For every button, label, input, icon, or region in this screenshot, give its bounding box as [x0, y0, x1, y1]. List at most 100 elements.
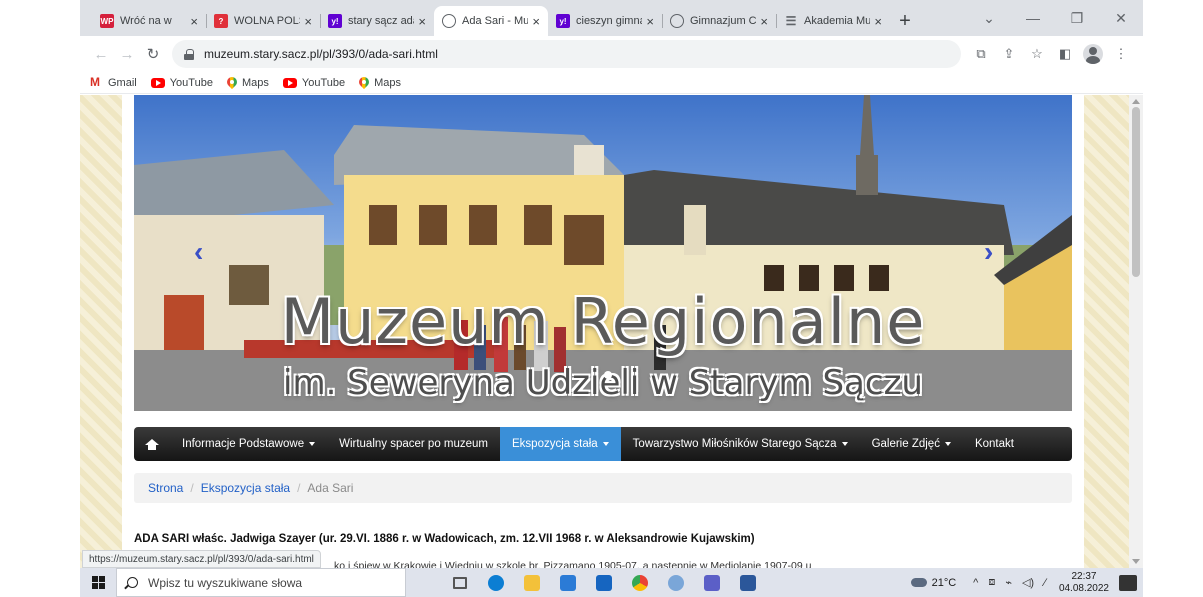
notifications-icon[interactable]	[1119, 574, 1137, 591]
tab-close-icon[interactable]: ×	[418, 14, 426, 29]
scrollbar-thumb[interactable]	[1132, 107, 1140, 277]
wolna-polska-icon: ?	[214, 14, 228, 28]
word-icon[interactable]	[730, 568, 766, 597]
minimize-icon[interactable]: —	[1011, 10, 1055, 26]
windows-taskbar: Wpisz tu wyszukiwane słowa 21°C ^ ⧈ ⌁ ◁)…	[80, 568, 1143, 597]
close-window-icon[interactable]: ✕	[1099, 10, 1143, 27]
browser-tab[interactable]: y! cieszyn gimna ×	[548, 6, 662, 36]
tab-close-icon[interactable]: ×	[532, 14, 540, 29]
tab-strip: WP Wróć na w ×? WOLNA POLSK × y! stary sącz ad…	[80, 0, 1143, 36]
start-button[interactable]	[80, 568, 116, 597]
new-tab-icon[interactable]: +	[890, 6, 920, 36]
task-view-icon[interactable]	[442, 568, 478, 597]
bookmark-item[interactable]: Maps	[359, 77, 401, 89]
carousel-indicator[interactable]	[604, 371, 612, 379]
tab-close-icon[interactable]: ×	[190, 14, 198, 29]
gmail-icon	[90, 75, 103, 89]
breadcrumb-home-link[interactable]: Strona	[148, 481, 183, 495]
restore-icon[interactable]: ❐	[1055, 10, 1099, 27]
taskbar-search[interactable]: Wpisz tu wyszukiwane słowa	[116, 568, 406, 597]
link-status-bubble: https://muzeum.stary.sacz.pl/pl/393/0/ad…	[82, 550, 321, 568]
forward-icon[interactable]: →	[114, 41, 140, 67]
tab-label: Wróć na w	[120, 15, 172, 27]
tab-close-icon[interactable]: ×	[304, 14, 312, 29]
window-controls: ⌄ — ❐ ✕	[967, 0, 1143, 36]
lock-icon[interactable]	[184, 48, 194, 60]
breadcrumb-separator: /	[297, 481, 301, 495]
chrome-icon[interactable]	[622, 568, 658, 597]
browser-tab[interactable]: y! stary sącz ada ×	[320, 6, 434, 36]
tab-close-icon[interactable]: ×	[646, 14, 654, 29]
nav-home-button[interactable]	[134, 427, 170, 461]
browser-tab[interactable]: WP Wróć na w ×	[92, 6, 206, 36]
maps-icon	[359, 77, 369, 89]
onedrive-icon[interactable]: ⧈	[988, 576, 995, 589]
menu-icon: ☰	[785, 14, 797, 28]
scroll-up-icon[interactable]	[1132, 99, 1140, 104]
address-url: muzeum.stary.sacz.pl/pl/393/0/ada-sari.h…	[204, 47, 438, 61]
weather-widget[interactable]: 21°C	[910, 577, 956, 589]
edge-icon[interactable]	[478, 568, 514, 597]
file-explorer-icon[interactable]	[514, 568, 550, 597]
mail-icon[interactable]	[586, 568, 622, 597]
tab-search-icon[interactable]: ⌄	[967, 10, 1011, 27]
taskbar-apps	[442, 568, 766, 597]
more-menu-icon[interactable]: ⋮	[1107, 40, 1135, 68]
teams-icon[interactable]	[694, 568, 730, 597]
page-viewport: Muzeum Regionalne im. Seweryna Udzieli w…	[80, 95, 1143, 568]
bookmark-item[interactable]: YouTube	[282, 77, 345, 89]
carousel-next-icon[interactable]: ›	[984, 237, 1000, 267]
nav-item[interactable]: Informacje Podstawowe	[170, 427, 327, 461]
globe-icon	[442, 14, 456, 28]
article-text-line: ko i śpiew w Krakowie i Wiedniu w szkole…	[334, 560, 812, 568]
nav-item[interactable]: Galerie Zdjęć	[860, 427, 963, 461]
side-panel-icon[interactable]: ◧	[1051, 40, 1079, 68]
pen-icon[interactable]: ∕	[1044, 577, 1046, 589]
maps-icon	[227, 77, 237, 89]
tab-close-icon[interactable]: ×	[760, 14, 768, 29]
volume-icon[interactable]: ◁)	[1022, 576, 1034, 589]
bookmark-star-icon[interactable]: ☆	[1023, 40, 1051, 68]
globe-icon	[670, 14, 684, 28]
bookmark-item[interactable]: YouTube	[150, 77, 213, 89]
back-icon[interactable]: ←	[88, 41, 114, 67]
bookmark-item[interactable]: Maps	[227, 77, 269, 89]
profile-icon[interactable]	[1079, 40, 1107, 68]
youtube-icon	[282, 77, 297, 88]
tab-label: stary sącz ada	[348, 15, 415, 27]
taskbar-search-placeholder: Wpisz tu wyszukiwane słowa	[148, 575, 303, 590]
tab-label: Ada Sari - Muz	[462, 15, 529, 27]
reload-icon[interactable]: ↻	[140, 41, 166, 67]
tray-expand-icon[interactable]: ^	[973, 577, 978, 589]
clock[interactable]: 22:37 04.08.2022	[1059, 571, 1109, 595]
caret-down-icon	[309, 442, 316, 446]
bookmark-item[interactable]: Gmail	[90, 75, 137, 89]
paint-icon[interactable]	[658, 568, 694, 597]
youtube-icon	[150, 77, 165, 88]
browser-tab[interactable]: ☰ Akademia Muz ×	[776, 6, 890, 36]
nav-item-label: Galerie Zdjęć	[871, 438, 940, 450]
browser-tab[interactable]: Ada Sari - Muz ×	[434, 6, 548, 36]
yahoo-icon: y!	[328, 14, 342, 28]
tab-label: Gimnazjum Cie	[690, 15, 757, 27]
nav-item[interactable]: Kontakt	[963, 427, 1026, 461]
scroll-down-icon[interactable]	[1132, 559, 1140, 564]
store-icon[interactable]	[550, 568, 586, 597]
address-bar[interactable]: muzeum.stary.sacz.pl/pl/393/0/ada-sari.h…	[172, 40, 961, 68]
windows-logo-icon	[91, 576, 105, 589]
breadcrumb-section-link[interactable]: Ekspozycja stała	[201, 481, 290, 495]
carousel-prev-icon[interactable]: ‹	[194, 237, 210, 267]
nav-item[interactable]: Towarzystwo Miłośników Starego Sącza	[621, 427, 860, 461]
browser-tab[interactable]: ? WOLNA POLSK ×	[206, 6, 320, 36]
nav-item[interactable]: Wirtualny spacer po muzeum	[327, 427, 500, 461]
nav-item[interactable]: Ekspozycja stała	[500, 427, 621, 461]
tab-close-icon[interactable]: ×	[874, 14, 882, 29]
search-icon	[127, 577, 138, 588]
page-scrollbar[interactable]	[1129, 95, 1143, 568]
share-icon[interactable]: ⇪	[995, 40, 1023, 68]
toolbar-actions: ⧉ ⇪ ☆ ◧ ⋮	[967, 40, 1135, 68]
browser-tab[interactable]: Gimnazjum Cie×	[662, 6, 776, 36]
tab-label: WOLNA POLSK	[234, 15, 300, 27]
translate-icon[interactable]: ⧉	[967, 40, 995, 68]
network-icon[interactable]: ⌁	[1005, 576, 1012, 589]
